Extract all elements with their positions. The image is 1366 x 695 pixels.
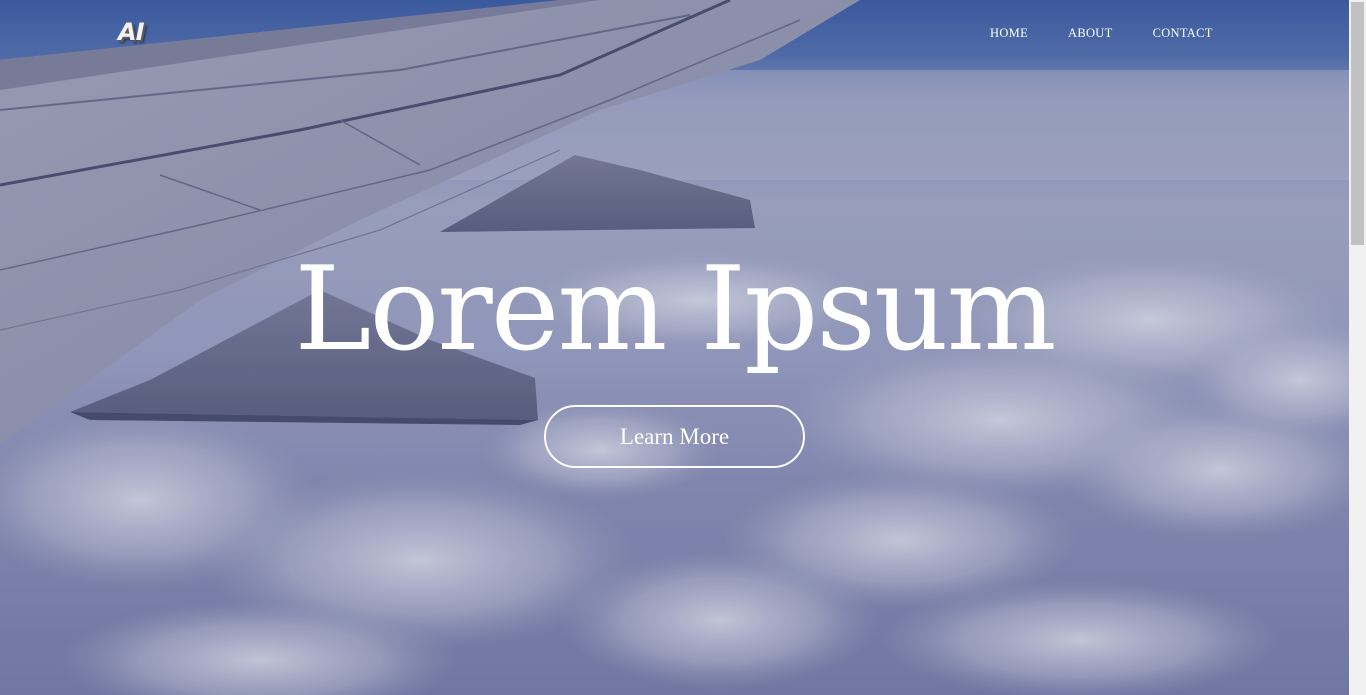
nav-link-about[interactable]: ABOUT [1068, 26, 1113, 41]
page: AI HOME ABOUT CONTACT Lorem Ipsum Learn … [0, 0, 1366, 695]
learn-more-button[interactable]: Learn More [544, 405, 805, 468]
vertical-scrollbar[interactable] [1349, 0, 1366, 695]
hero-title: Lorem Ipsum [294, 242, 1056, 377]
scrollbar-thumb[interactable] [1351, 2, 1364, 245]
nav-link-home[interactable]: HOME [990, 26, 1028, 41]
nav-link-contact[interactable]: CONTACT [1153, 26, 1213, 41]
nav-links: HOME ABOUT CONTACT [990, 26, 1253, 41]
navbar: AI HOME ABOUT CONTACT [0, 0, 1349, 70]
logo[interactable]: AI [118, 18, 144, 46]
